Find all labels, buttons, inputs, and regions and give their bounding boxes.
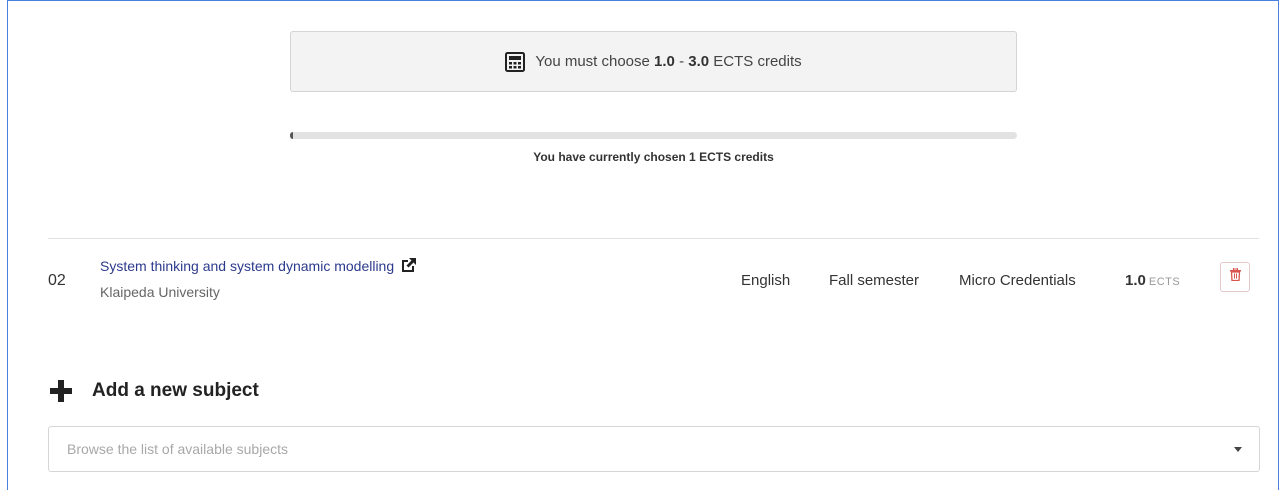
- credit-requirement-banner: You must choose 1.0 - 3.0 ECTS credits: [290, 31, 1017, 92]
- trash-icon: [1229, 267, 1241, 286]
- subject-title-link[interactable]: System thinking and system dynamic model…: [100, 257, 417, 274]
- subject-number: 02: [48, 272, 66, 289]
- subject-credits-value: 1.0: [1125, 272, 1146, 289]
- credit-separator: -: [679, 53, 685, 70]
- subject-credits-unit: ECTS: [1148, 276, 1181, 288]
- credit-max: 3.0: [688, 53, 710, 70]
- credits-progress-fill: [290, 132, 293, 139]
- credit-min: 1.0: [654, 53, 675, 70]
- credits-progress-text: You have currently chosen 1 ECTS credits: [533, 150, 774, 164]
- add-subject-heading: Add a new subject: [50, 380, 259, 402]
- subject-credits: 1.0 ECTS: [1125, 272, 1180, 289]
- delete-subject-button[interactable]: [1220, 262, 1250, 292]
- credits-progress-bar: [290, 132, 1017, 139]
- add-subject-label: Add a new subject: [92, 380, 259, 401]
- calculator-icon: [505, 51, 526, 72]
- external-link-icon[interactable]: [400, 257, 417, 274]
- divider: [48, 238, 1259, 239]
- credit-requirement-suffix: ECTS credits: [713, 53, 802, 70]
- subject-select-dropdown[interactable]: Browse the list of available subjects: [48, 426, 1260, 472]
- plus-icon: [50, 380, 72, 402]
- subject-university: Klaipeda University: [100, 284, 220, 300]
- caret-down-icon: [1234, 447, 1242, 452]
- subject-type: Micro Credentials: [959, 272, 1076, 289]
- subject-semester: Fall semester: [829, 272, 920, 289]
- subject-title: System thinking and system dynamic model…: [100, 257, 395, 274]
- subject-row: 02 System thinking and system dynamic mo…: [48, 255, 1259, 305]
- subject-select-placeholder: Browse the list of available subjects: [67, 441, 288, 457]
- credit-requirement-prefix: You must choose: [535, 53, 650, 70]
- subject-language: English: [741, 272, 791, 289]
